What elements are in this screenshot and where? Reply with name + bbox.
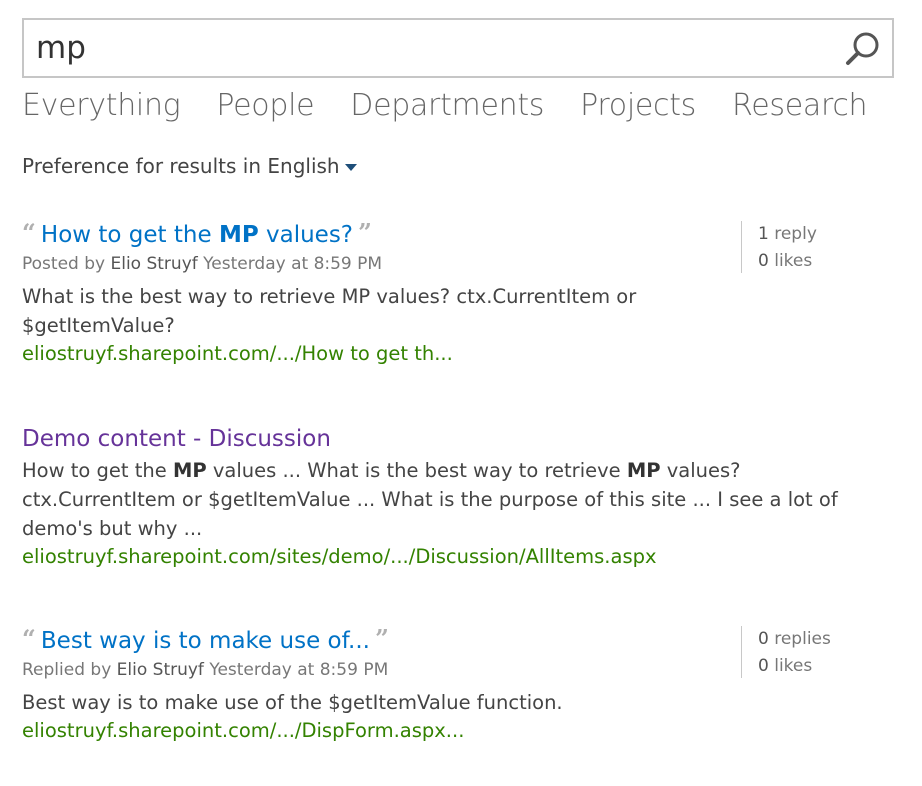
result-stats: 0 replies 0 likes [741, 626, 831, 678]
likes-label: likes [774, 656, 813, 676]
result-url[interactable]: eliostruyf.sharepoint.com/.../How to get… [22, 342, 702, 365]
vertical-projects[interactable]: Projects [580, 88, 696, 132]
open-quote-icon: “ [22, 218, 36, 247]
result-url[interactable]: eliostruyf.sharepoint.com/.../DispForm.a… [22, 719, 702, 742]
meta-prefix: Posted by [22, 254, 106, 274]
replies-label: reply [774, 224, 817, 244]
close-quote-icon: ” [358, 218, 372, 247]
search-verticals: Everything People Departments Projects R… [22, 88, 868, 132]
close-quote-icon: ” [375, 624, 389, 653]
search-icon[interactable] [844, 30, 882, 68]
result-title-link[interactable]: Best way is to make use of... [41, 628, 370, 654]
result-meta: Posted by Elio Struyf Yesterday at 8:59 … [22, 254, 702, 274]
vertical-people[interactable]: People [216, 88, 314, 132]
replies-label: replies [774, 629, 831, 649]
result-url[interactable]: eliostruyf.sharepoint.com/sites/demo/...… [22, 545, 872, 568]
result-meta: Replied by Elio Struyf Yesterday at 8:59… [22, 660, 702, 680]
open-quote-icon: “ [22, 624, 36, 653]
result-item: “ Best way is to make use of... ” Replie… [22, 627, 702, 743]
search-input[interactable] [36, 28, 816, 68]
caret-down-icon [344, 164, 357, 171]
replies-count: 0 [758, 629, 769, 649]
timestamp: Yesterday at 8:59 PM [203, 254, 383, 274]
result-item: “ How to get the MP values? ” Posted by … [22, 221, 702, 366]
vertical-departments[interactable]: Departments [350, 88, 544, 132]
likes-count: 0 [758, 656, 769, 676]
likes-count: 0 [758, 251, 769, 271]
language-dropdown[interactable]: English [267, 154, 357, 178]
replies-count: 1 [758, 224, 769, 244]
result-title-link[interactable]: How to get the MP values? [41, 222, 353, 248]
result-item: Demo content - Discussion How to get the… [22, 426, 872, 568]
vertical-everything[interactable]: Everything [22, 88, 181, 132]
result-title-link[interactable]: Demo content - Discussion [22, 426, 331, 452]
vertical-research[interactable]: Research [732, 88, 868, 132]
result-summary: Best way is to make use of the $getItemV… [22, 691, 563, 714]
preference-label: Preference for results in [22, 154, 262, 178]
author-link[interactable]: Elio Struyf [110, 254, 197, 274]
result-summary: How to get the MP values ... What is the… [22, 459, 838, 540]
likes-label: likes [774, 251, 813, 271]
author-link[interactable]: Elio Struyf [117, 660, 204, 680]
result-stats: 1 reply 0 likes [741, 221, 817, 273]
meta-prefix: Replied by [22, 660, 112, 680]
search-box [22, 18, 894, 78]
language-value: English [267, 154, 340, 178]
language-preference: Preference for results in English [22, 154, 357, 178]
timestamp: Yesterday at 8:59 PM [209, 660, 389, 680]
result-summary: What is the best way to retrieve MP valu… [22, 285, 637, 337]
